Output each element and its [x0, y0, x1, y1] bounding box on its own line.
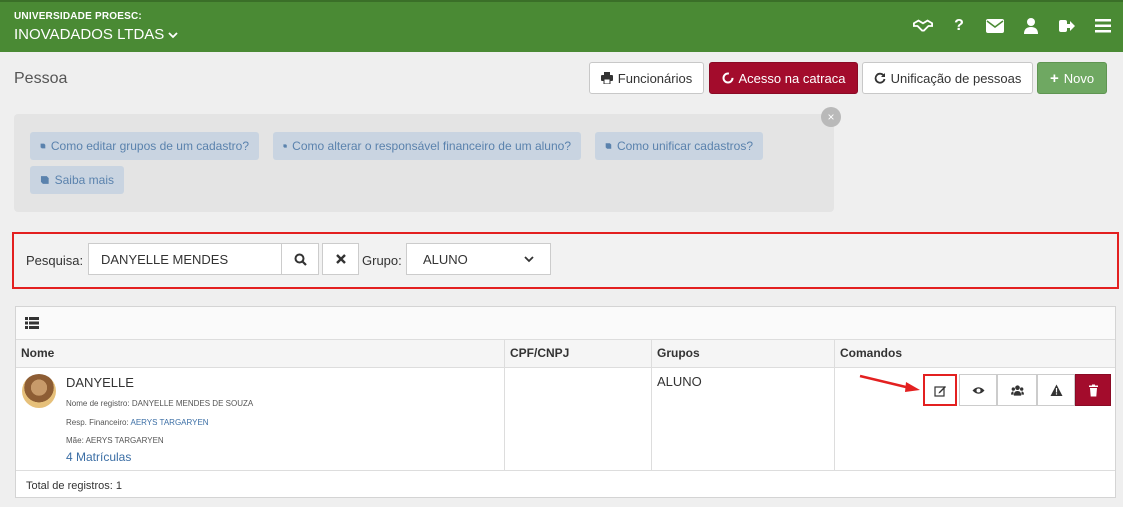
group-label: Grupo: — [362, 253, 402, 268]
person-name: DANYELLE — [66, 375, 134, 390]
delete-button[interactable] — [1075, 374, 1111, 406]
users-icon — [1010, 384, 1024, 396]
book-icon — [40, 143, 46, 149]
table-row-grupo-cell: ALUNO — [652, 368, 835, 471]
nome-registro: Nome de registro: DANYELLE MENDES DE SOU… — [66, 399, 254, 408]
column-header-nome[interactable]: Nome — [16, 340, 505, 368]
mae: Mãe: AERYS TARGARYEN — [66, 436, 164, 445]
menu-icon[interactable] — [1093, 16, 1113, 36]
search-button[interactable] — [281, 243, 319, 275]
eye-icon — [972, 386, 984, 394]
help-link-responsavel[interactable]: Como alterar o responsável financeiro de… — [273, 132, 581, 160]
envelope-icon[interactable] — [985, 16, 1005, 36]
chevron-down-icon — [168, 31, 178, 38]
company-selector[interactable]: INOVADADOS LTDAS — [14, 26, 178, 43]
page-content: Pessoa Funcionários Acesso na catraca Un… — [0, 52, 1123, 507]
column-header-grupos[interactable]: Grupos — [652, 340, 835, 368]
book-icon — [40, 176, 49, 184]
group-select-value: ALUNO — [423, 251, 468, 267]
edit-button[interactable] — [923, 374, 957, 406]
book-icon — [605, 143, 612, 149]
search-icon — [294, 253, 307, 266]
org-name: UNIVERSIDADE PROESC: — [14, 11, 142, 22]
annotation-arrow — [859, 374, 920, 392]
user-icon[interactable] — [1021, 16, 1041, 36]
close-help-button[interactable]: × — [821, 107, 841, 127]
clear-search-button[interactable] — [322, 243, 359, 275]
warning-button[interactable] — [1037, 374, 1075, 406]
help-link-unificar[interactable]: Como unificar cadastros? — [595, 132, 763, 160]
help-link-editar-grupos[interactable]: Como editar grupos de um cadastro? — [30, 132, 259, 160]
column-header-comandos: Comandos — [835, 340, 1115, 368]
table-toolbar — [16, 307, 1115, 340]
avatar — [22, 374, 56, 408]
print-icon — [600, 72, 613, 84]
matriculas-link[interactable]: 4 Matrículas — [66, 450, 131, 464]
refresh-icon — [874, 72, 885, 84]
view-button[interactable] — [959, 374, 997, 406]
funcionarios-button[interactable]: Funcionários — [589, 62, 704, 94]
edit-icon — [933, 385, 946, 397]
trash-icon — [1088, 384, 1098, 396]
results-table: Nome CPF/CNPJ Grupos Comandos DANYELLE N… — [15, 306, 1116, 498]
handshake-icon[interactable] — [913, 16, 933, 36]
help-link-saiba-mais[interactable]: Saiba mais — [30, 166, 124, 194]
table-row-cpf-cell — [505, 368, 652, 471]
page-title: Pessoa — [14, 70, 68, 87]
novo-button[interactable]: + Novo — [1037, 62, 1107, 94]
company-name: INOVADADOS LTDAS — [14, 26, 165, 43]
chevron-down-icon — [524, 256, 534, 263]
sign-out-icon[interactable] — [1057, 16, 1077, 36]
warning-icon — [1050, 384, 1062, 396]
group-select[interactable]: ALUNO — [406, 243, 551, 275]
resp-financeiro-link[interactable]: AERYS TARGARYEN — [130, 418, 208, 427]
acesso-catraca-button[interactable]: Acesso na catraca — [709, 62, 858, 94]
table-row-name-cell: DANYELLE Nome de registro: DANYELLE MEND… — [16, 368, 505, 471]
column-header-cpf[interactable]: CPF/CNPJ — [505, 340, 652, 368]
list-icon[interactable] — [25, 317, 39, 329]
groups-button[interactable] — [997, 374, 1037, 406]
close-icon — [335, 254, 346, 264]
top-navbar: UNIVERSIDADE PROESC: INOVADADOS LTDAS ? — [0, 0, 1123, 52]
plus-icon: + — [1049, 69, 1059, 87]
question-icon[interactable]: ? — [949, 16, 969, 36]
book-icon — [283, 144, 287, 148]
spinner-icon — [722, 72, 734, 84]
search-label: Pesquisa: — [26, 253, 84, 268]
total-records: Total de registros: 1 — [26, 480, 122, 492]
search-panel: Pesquisa: DANYELLE MENDES Grupo: ALUNO — [12, 232, 1119, 289]
search-input[interactable]: DANYELLE MENDES — [88, 243, 282, 275]
help-panel — [14, 114, 834, 212]
unificacao-button[interactable]: Unificação de pessoas — [862, 62, 1033, 94]
resp-financeiro: Resp. Financeiro: AERYS TARGARYEN — [66, 418, 209, 427]
